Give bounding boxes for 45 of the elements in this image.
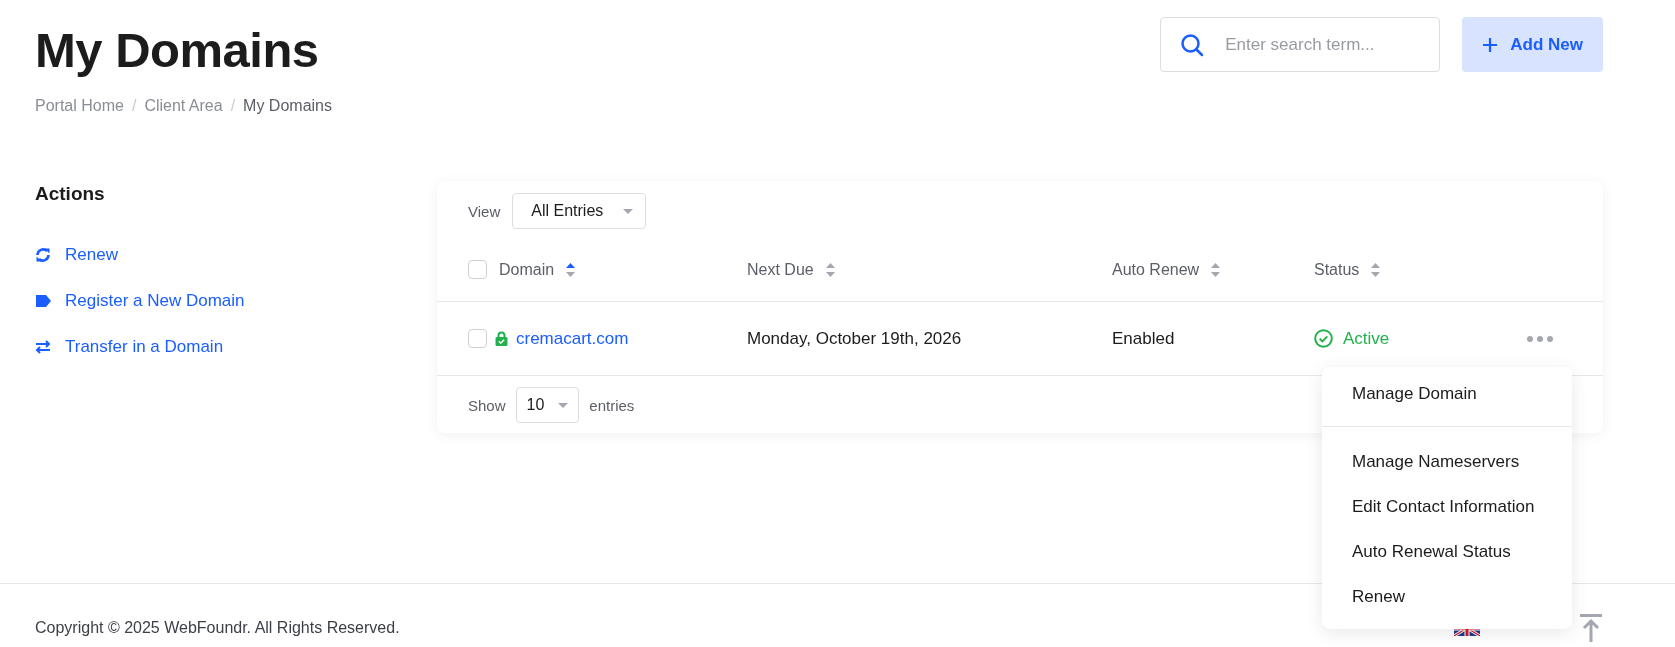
- plus-icon: [1482, 36, 1499, 53]
- table-cell-text: Monday, October 19th, 2026: [747, 328, 963, 349]
- transfer-icon: [35, 340, 51, 354]
- column-header[interactable]: Auto Renew: [1112, 260, 1200, 279]
- column-header[interactable]: Domain: [499, 260, 555, 279]
- column-header[interactable]: Status: [1314, 260, 1360, 279]
- menu-item[interactable]: Edit Contact Information: [1322, 484, 1572, 529]
- add-new-button[interactable]: Add New: [1462, 17, 1603, 72]
- back-to-top-icon[interactable]: [1580, 613, 1602, 642]
- entries-label: entries: [589, 396, 635, 414]
- domain-link[interactable]: cremacart.com: [516, 328, 629, 349]
- page-size-dropdown[interactable]: 10: [515, 387, 580, 423]
- menu-item[interactable]: Renew: [1322, 574, 1572, 619]
- caret-icon: [558, 402, 569, 408]
- sort-icon[interactable]: [1371, 262, 1381, 277]
- page-title: My Domains: [35, 22, 320, 79]
- breadcrumb-link[interactable]: Client Area: [144, 97, 223, 115]
- search-icon: [1180, 33, 1205, 57]
- actions-heading: Actions: [35, 182, 106, 206]
- sidebar-link[interactable]: Renew: [35, 232, 437, 278]
- menu-item[interactable]: Manage Domain: [1322, 371, 1572, 416]
- select-all-checkbox[interactable]: [468, 260, 487, 279]
- table-cell-text: Enabled: [1112, 328, 1176, 349]
- view-dropdown[interactable]: All Entries: [512, 193, 647, 229]
- column-header[interactable]: Next Due: [747, 260, 814, 279]
- menu-item[interactable]: Manage Nameservers: [1322, 439, 1572, 484]
- sort-icon[interactable]: [1211, 262, 1221, 277]
- tag-icon: [35, 295, 51, 307]
- show-label: Show: [468, 396, 506, 414]
- breadcrumb-separator: /: [131, 97, 137, 115]
- sort-icon[interactable]: [825, 262, 835, 277]
- caret-icon: [623, 208, 634, 214]
- row-checkbox[interactable]: [468, 329, 487, 348]
- sync-icon: [35, 247, 51, 263]
- search-field[interactable]: Enter search term...: [1160, 17, 1441, 72]
- sidebar-link[interactable]: Transfer in a Domain: [35, 324, 437, 370]
- sidebar-link[interactable]: Register a New Domain: [35, 278, 437, 324]
- breadcrumb-current: My Domains: [243, 97, 332, 115]
- sort-icon[interactable]: [566, 262, 576, 277]
- breadcrumb-link[interactable]: Portal Home: [35, 97, 124, 115]
- status-text: Active: [1343, 328, 1390, 349]
- menu-item[interactable]: Auto Renewal Status: [1322, 529, 1572, 574]
- breadcrumb-separator: /: [230, 97, 236, 115]
- view-label: View: [468, 202, 501, 220]
- copyright-text: Copyright © 2025 WebFoundr. All Rights Reserved.: [35, 618, 400, 637]
